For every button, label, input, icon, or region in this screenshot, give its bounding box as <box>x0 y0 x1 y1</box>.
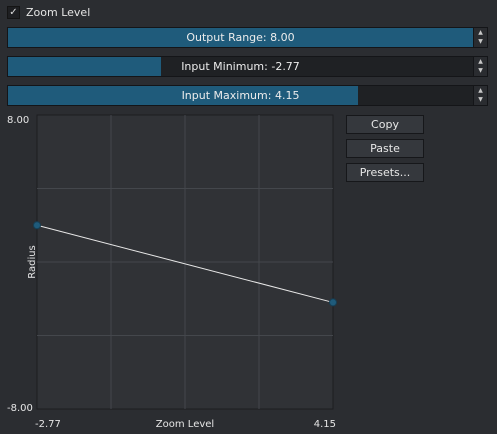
spin-down-icon[interactable]: ▼ <box>474 96 487 106</box>
control-point-2[interactable] <box>329 298 337 307</box>
input-maximum-slider[interactable]: Input Maximum: 4.15 ▲ ▼ <box>7 85 488 106</box>
input-minimum-spinner[interactable]: ▲ ▼ <box>473 57 487 76</box>
spin-up-icon[interactable]: ▲ <box>474 86 487 96</box>
spin-up-icon[interactable]: ▲ <box>474 57 487 67</box>
presets-button[interactable]: Presets... <box>346 163 424 182</box>
control-point-1[interactable] <box>33 221 41 230</box>
output-range-spinner[interactable]: ▲ ▼ <box>473 28 487 47</box>
zoom-level-toggle[interactable]: ✓ Zoom Level <box>7 4 90 20</box>
output-range-label: Output Range: 8.00 <box>186 31 295 44</box>
y-min-tick-label: -8.00 <box>7 403 33 414</box>
x-axis-label: Zoom Level <box>156 419 214 430</box>
y-max-tick-label: 8.00 <box>7 115 29 126</box>
zoom-level-label: Zoom Level <box>26 5 91 19</box>
spin-up-icon[interactable]: ▲ <box>474 28 487 38</box>
input-minimum-label: Input Minimum: -2.77 <box>181 60 300 73</box>
spin-down-icon[interactable]: ▼ <box>474 38 487 48</box>
curve-graph[interactable]: 8.00 -8.00 Radius -2.77 4.15 Zoom Level <box>0 112 345 434</box>
paste-button[interactable]: Paste <box>346 139 424 158</box>
input-maximum-label: Input Maximum: 4.15 <box>181 89 300 102</box>
x-min-tick-label: -2.77 <box>35 419 61 430</box>
copy-button[interactable]: Copy <box>346 115 424 134</box>
input-maximum-spinner[interactable]: ▲ ▼ <box>473 86 487 105</box>
spin-down-icon[interactable]: ▼ <box>474 67 487 77</box>
input-minimum-slider[interactable]: Input Minimum: -2.77 ▲ ▼ <box>7 56 488 77</box>
x-max-tick-label: 4.15 <box>314 419 336 430</box>
curve-editor-panel: ✓ Zoom Level Output Range: 8.00 ▲ ▼ Inpu… <box>0 0 497 434</box>
zoom-level-checkbox[interactable]: ✓ <box>7 5 20 19</box>
y-axis-label: Radius <box>27 245 38 279</box>
output-range-slider[interactable]: Output Range: 8.00 ▲ ▼ <box>7 27 488 48</box>
